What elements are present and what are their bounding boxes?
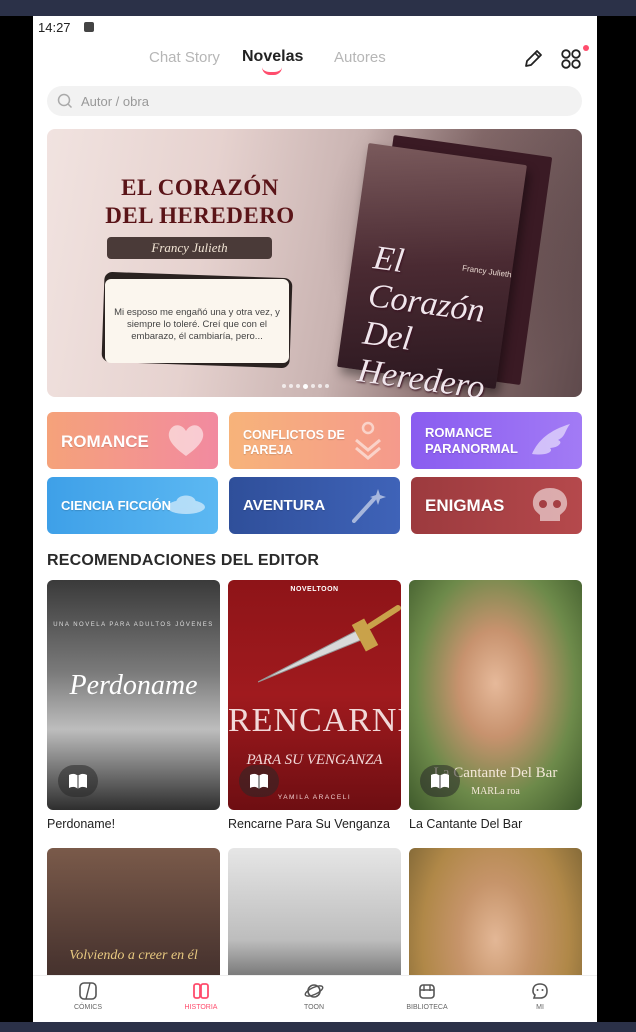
wing-icon [532,424,570,455]
status-time: 14:27 [38,20,71,35]
book-open-icon [193,983,209,999]
banner-pagination [282,384,329,390]
book-cover[interactable]: La Cantante Del Bar MARLa roa [409,580,582,810]
nav-label: TOON [303,1004,325,1011]
search-bar[interactable] [47,86,582,116]
nav-label: CÓMICS [74,1004,102,1011]
book-open-icon [431,773,449,789]
book-cover[interactable]: UNA NOVELA PARA ADULTOS JÓVENES Perdonam… [47,580,220,810]
read-badge [239,765,279,797]
section-title-recommendations: RECOMENDACIONES DEL EDITOR [47,552,320,569]
nav-label: HISTORIA [184,1004,218,1011]
cover-subtitle: UNA NOVELA PARA ADULTOS JÓVENES [53,622,214,628]
search-icon [57,93,73,109]
book-open-icon [69,773,87,789]
banner-title: EL CORAZÓN DEL HEREDERO [105,175,295,228]
banner-dot[interactable] [289,384,293,388]
search-input[interactable] [81,86,561,116]
nav-comics[interactable]: CÓMICS [43,981,133,1011]
dagger-illustration [258,605,401,683]
banner-dot[interactable] [296,384,300,388]
banner-dot[interactable] [325,384,329,388]
tab-chat-story[interactable]: Chat Story [149,49,220,66]
genre-label: ROMANCE PARANORMAL [425,425,518,456]
book-title[interactable]: Rencarne Para Su Venganza [228,817,390,831]
window-top-bar [0,0,636,16]
notification-dot [583,45,589,51]
apps-grid-icon[interactable] [560,48,582,70]
banner-dot[interactable] [282,384,286,388]
window-bottom-bar [0,1022,636,1032]
banner-author: Francy Julieth [107,237,272,259]
genre-aventura[interactable]: AVENTURA [229,477,400,534]
top-tabs: Chat Story Novelas Autores [33,46,597,76]
genre-enigmas[interactable]: ENIGMAS [411,477,582,534]
cover-title: Volviendo a creer en él [69,948,198,963]
book-cover[interactable]: NOVELTOON RENCARNE PARA SU VENGANZA YAMI… [228,580,401,810]
banner-dot-active[interactable] [303,384,308,389]
nav-biblioteca[interactable]: BIBLIOTECA [382,981,472,1011]
nav-label: BIBLIOTECA [406,1004,448,1011]
cover-title: RENCARNE [228,702,401,739]
genre-ciencia-ficcion[interactable]: CIENCIA FICCIÓN [47,477,218,534]
edit-icon[interactable] [522,48,544,70]
planet-icon [304,984,324,998]
nav-label: MI [536,1004,544,1011]
ufo-icon [167,495,205,514]
nav-toon[interactable]: TOON [269,981,359,1011]
genre-label: ENIGMAS [425,496,505,515]
comics-icon [79,982,97,1000]
book-title[interactable]: La Cantante Del Bar [409,817,522,831]
banner-book-title: El Corazón Del Heredero [355,239,488,397]
genre-romance-paranormal[interactable]: ROMANCE PARANORMAL [411,412,582,469]
heart-icon [168,425,204,456]
read-badge [420,765,460,797]
chat-face-icon [532,983,548,999]
tab-novelas[interactable]: Novelas [242,48,303,66]
cover-brand: NOVELTOON [290,586,339,593]
genre-label: CONFLICTOS DE PAREJA [243,428,345,457]
tab-autores[interactable]: Autores [334,49,386,66]
nav-historia[interactable]: HISTORIA [156,981,246,1011]
book-open-icon [250,773,268,789]
genre-label: AVENTURA [243,497,326,514]
cover-title: Perdoname [69,670,198,701]
library-icon [419,984,435,999]
nav-mi[interactable]: MI [495,981,585,1011]
skull-icon [532,488,568,521]
read-badge [58,765,98,797]
featured-banner[interactable]: EL CORAZÓN DEL HEREDERO Francy Julieth M… [47,129,582,397]
book-title[interactable]: Perdoname! [47,817,115,831]
magic-wand-icon [352,489,386,523]
genre-label: ROMANCE [61,432,149,451]
notification-icon [84,22,94,32]
bottom-navigation: CÓMICS HISTORIA TOON BIBLIOTECA MI [33,975,597,1022]
status-bar: 14:27 [33,16,597,40]
genre-label: CIENCIA FICCIÓN [61,498,172,513]
banner-dot[interactable] [311,384,315,388]
banner-dot[interactable] [318,384,322,388]
banner-quote: Mi esposo me engañó una y otra vez, y si… [105,279,289,363]
genre-conflictos-de-pareja[interactable]: CONFLICTOS DE PAREJA [229,412,400,469]
app-screen: 14:27 Chat Story Novelas Autores EL CORA… [33,16,597,1022]
genre-romance[interactable]: ROMANCE [47,412,218,469]
couple-arrows-icon [355,421,381,460]
